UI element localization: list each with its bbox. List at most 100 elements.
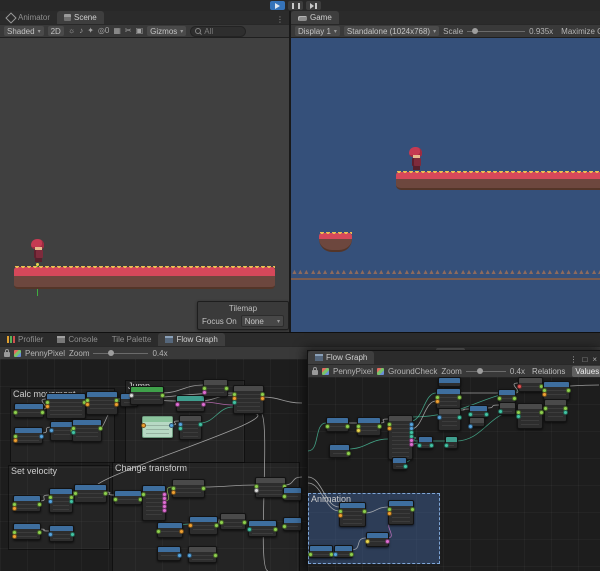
input-port[interactable] bbox=[308, 552, 313, 557]
gizmos-dropdown[interactable]: Gizmos bbox=[147, 26, 186, 36]
display-dropdown[interactable]: Display 1 bbox=[295, 26, 340, 36]
pane-menu-icon[interactable]: ⋮ bbox=[271, 15, 289, 24]
output-port[interactable] bbox=[198, 422, 203, 427]
graph-node[interactable] bbox=[469, 417, 485, 427]
focus-on-dropdown[interactable]: None bbox=[241, 315, 284, 327]
output-port[interactable] bbox=[103, 491, 108, 496]
output-port[interactable] bbox=[98, 426, 103, 431]
output-port[interactable] bbox=[410, 507, 415, 512]
input-port[interactable] bbox=[338, 513, 343, 518]
input-port[interactable] bbox=[254, 488, 259, 493]
graph-node[interactable] bbox=[114, 490, 142, 505]
tab-game[interactable]: Game bbox=[291, 11, 339, 24]
graph-node[interactable] bbox=[176, 395, 205, 412]
tab-animator[interactable]: Animator bbox=[0, 11, 57, 24]
light-icon[interactable]: ☼ bbox=[68, 26, 75, 36]
graph-node[interactable] bbox=[172, 479, 205, 498]
output-port[interactable] bbox=[539, 410, 544, 415]
input-port[interactable] bbox=[542, 392, 547, 397]
input-port[interactable] bbox=[175, 402, 180, 407]
output-port[interactable] bbox=[484, 412, 489, 417]
tool-settings-icon[interactable]: ✂ bbox=[125, 26, 132, 36]
output-port[interactable] bbox=[377, 424, 382, 429]
graph-node[interactable] bbox=[49, 488, 73, 513]
output-port[interactable] bbox=[385, 539, 390, 544]
input-port[interactable] bbox=[49, 428, 54, 433]
graph-node[interactable] bbox=[142, 416, 173, 438]
pause-button[interactable] bbox=[288, 1, 303, 10]
output-port[interactable] bbox=[457, 395, 462, 400]
graph-node[interactable] bbox=[233, 385, 264, 414]
graph-node[interactable] bbox=[445, 436, 458, 449]
graph-node[interactable] bbox=[14, 427, 43, 444]
input-port[interactable] bbox=[141, 492, 146, 497]
input-port[interactable] bbox=[232, 400, 237, 405]
input-port[interactable] bbox=[45, 404, 50, 409]
graph-node[interactable] bbox=[157, 546, 181, 561]
input-port[interactable] bbox=[12, 534, 17, 539]
input-port[interactable] bbox=[417, 443, 422, 448]
graph-node[interactable] bbox=[438, 408, 461, 431]
graph-node[interactable] bbox=[517, 403, 543, 429]
graph-node[interactable] bbox=[188, 546, 217, 563]
tab-tile-palette[interactable]: Tile Palette bbox=[105, 333, 159, 346]
scene-viewport[interactable]: Tilemap Focus On None bbox=[0, 38, 289, 332]
output-port[interactable] bbox=[177, 553, 182, 558]
output-port[interactable] bbox=[179, 529, 184, 534]
audio-icon[interactable]: ♪ bbox=[79, 26, 83, 36]
graph-node[interactable] bbox=[130, 386, 164, 405]
input-port[interactable] bbox=[282, 494, 287, 499]
graph-node[interactable] bbox=[418, 436, 433, 449]
window-menu-icon[interactable]: ⋮ bbox=[569, 355, 577, 364]
graph-node[interactable] bbox=[203, 379, 228, 397]
graph-node[interactable] bbox=[49, 525, 74, 542]
input-port[interactable] bbox=[468, 424, 473, 429]
graph-node[interactable] bbox=[142, 485, 166, 521]
shading-mode-dropdown[interactable]: Shaded bbox=[4, 26, 44, 36]
output-port[interactable] bbox=[214, 523, 219, 528]
input-port[interactable] bbox=[48, 499, 53, 504]
play-button[interactable] bbox=[270, 1, 285, 10]
scale-slider[interactable] bbox=[467, 31, 525, 32]
graph-node[interactable] bbox=[544, 399, 567, 422]
output-port[interactable] bbox=[37, 502, 42, 507]
input-port[interactable] bbox=[497, 396, 502, 401]
graph-node[interactable] bbox=[334, 545, 353, 558]
output-port[interactable] bbox=[224, 386, 229, 391]
graph-node[interactable] bbox=[283, 517, 302, 531]
game-viewport[interactable]: ▲▲▲ ▲▲▲ ▲▲▲ ▲▲▲ ▲▲▲ ▲▲▲ ▲▲▲ ▲▲▲ ▲▲▲ ▲▲▲ … bbox=[291, 38, 600, 332]
output-port[interactable] bbox=[349, 552, 354, 557]
visibility-icon[interactable]: ◎0 bbox=[98, 26, 109, 36]
input-port[interactable] bbox=[113, 497, 118, 502]
output-port[interactable] bbox=[345, 424, 350, 429]
scene-search-input[interactable]: All bbox=[190, 26, 246, 37]
graph-node[interactable] bbox=[518, 377, 543, 392]
graph-node[interactable] bbox=[499, 402, 516, 415]
input-port[interactable] bbox=[365, 539, 370, 544]
float-titlebar[interactable]: Flow Graph ⋮ □ × bbox=[308, 351, 600, 364]
output-port[interactable] bbox=[566, 388, 571, 393]
graph-node[interactable] bbox=[14, 403, 44, 418]
input-port[interactable] bbox=[156, 529, 161, 534]
input-port[interactable] bbox=[178, 426, 183, 431]
resolution-dropdown[interactable]: Standalone (1024x768) bbox=[344, 26, 439, 36]
graph-node[interactable] bbox=[46, 393, 86, 419]
input-port[interactable] bbox=[71, 430, 76, 435]
graph-node[interactable] bbox=[74, 484, 107, 503]
input-port[interactable] bbox=[282, 524, 287, 529]
tab-flow-graph[interactable]: Flow Graph bbox=[158, 333, 224, 346]
input-port[interactable] bbox=[202, 390, 207, 395]
graph-node[interactable] bbox=[220, 513, 246, 530]
input-port[interactable] bbox=[141, 423, 146, 428]
graph-node[interactable] bbox=[189, 516, 218, 535]
output-port[interactable] bbox=[160, 393, 165, 398]
input-port[interactable] bbox=[187, 553, 192, 558]
graph-node[interactable] bbox=[392, 457, 407, 470]
output-port[interactable] bbox=[512, 396, 517, 401]
graph-breadcrumb[interactable]: PennyPixel bbox=[333, 367, 373, 376]
tab-scene[interactable]: Scene bbox=[57, 11, 104, 24]
output-port[interactable] bbox=[260, 396, 265, 401]
graph-node[interactable] bbox=[157, 522, 183, 538]
output-port[interactable] bbox=[346, 451, 351, 456]
input-port[interactable] bbox=[444, 443, 449, 448]
